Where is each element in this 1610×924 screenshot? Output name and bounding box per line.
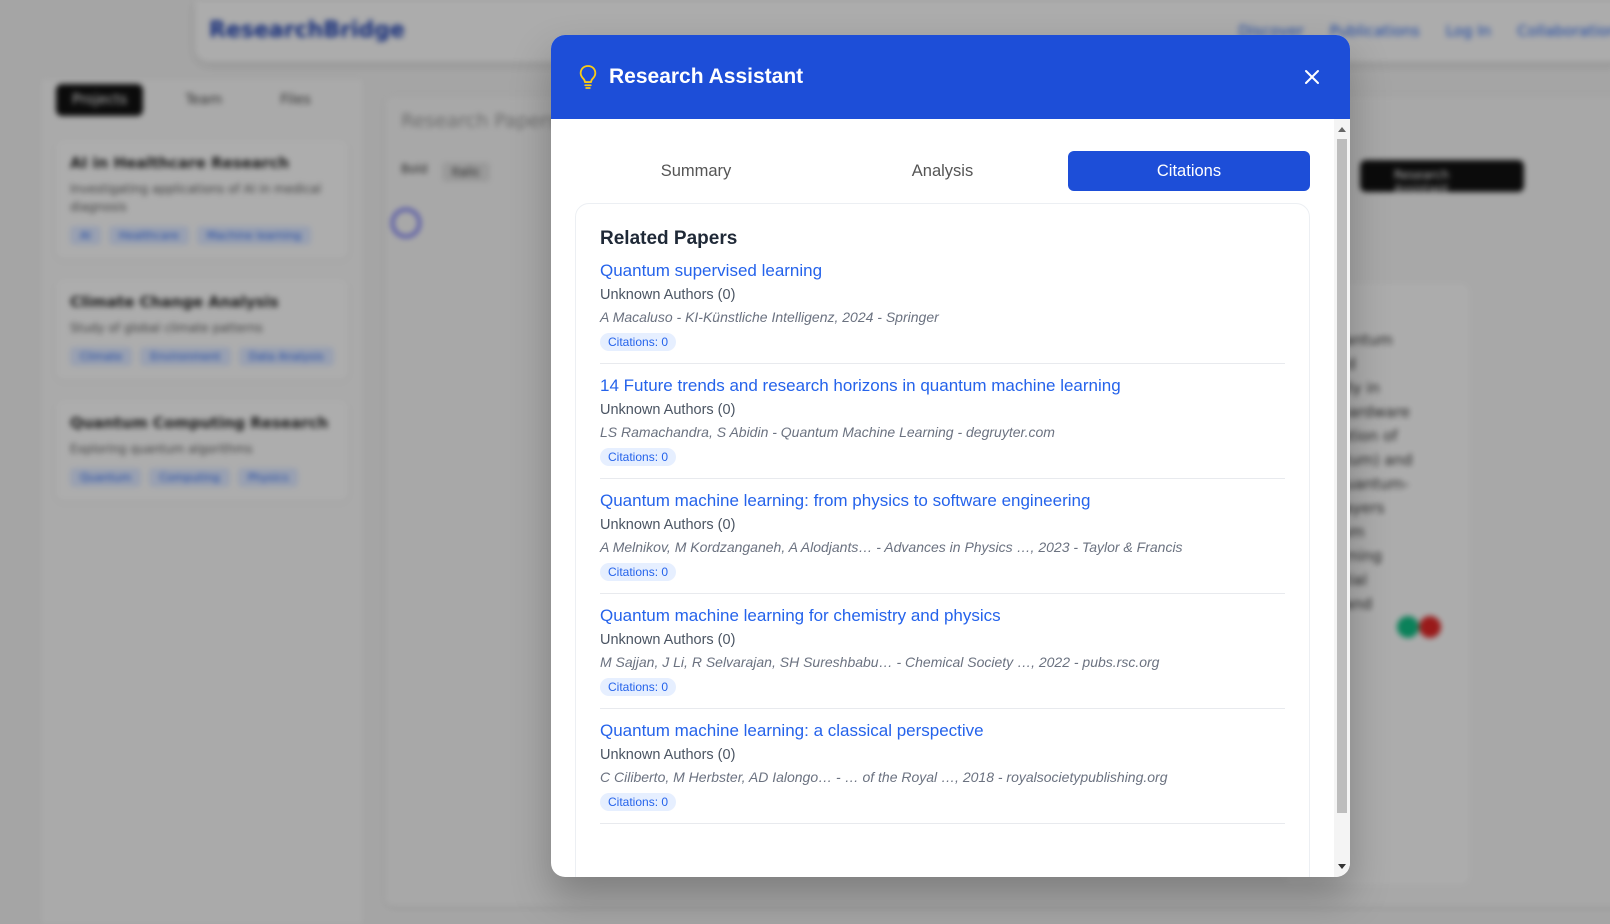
paper-authors: Unknown Authors (0) — [600, 517, 736, 533]
scroll-thumb[interactable] — [1337, 139, 1347, 813]
paper-item: Quantum machine learning: from physics t… — [600, 479, 1285, 594]
lightbulb-icon — [579, 65, 597, 89]
paper-authors: Unknown Authors (0) — [600, 632, 736, 648]
citations-badge: Citations: 0 — [600, 563, 677, 581]
paper-title-link[interactable]: 14 Future trends and research horizons i… — [600, 376, 1285, 396]
paper-meta: A Macaluso - KI-Künstliche Intelligenz, … — [600, 309, 939, 325]
paper-title-link[interactable]: Quantum machine learning for chemistry a… — [600, 606, 1285, 626]
modal-body: Summary Analysis Citations Related Paper… — [551, 119, 1334, 877]
citations-panel: Related Papers Quantum supervised learni… — [575, 203, 1310, 877]
modal-header: Research Assistant — [551, 35, 1350, 119]
paper-title-link[interactable]: Quantum supervised learning — [600, 261, 1285, 281]
paper-meta: LS Ramachandra, S Abidin - Quantum Machi… — [600, 424, 1055, 440]
section-title: Related Papers — [600, 228, 738, 249]
paper-item: 14 Future trends and research horizons i… — [600, 364, 1285, 479]
modal-scrollbar[interactable] — [1334, 119, 1350, 877]
paper-authors: Unknown Authors (0) — [600, 287, 736, 303]
paper-authors: Unknown Authors (0) — [600, 747, 736, 763]
tab-summary[interactable]: Summary — [575, 151, 817, 191]
paper-title-link[interactable]: Quantum machine learning: from physics t… — [600, 491, 1285, 511]
tab-citations[interactable]: Citations — [1068, 151, 1310, 191]
citations-badge: Citations: 0 — [600, 448, 677, 466]
paper-item: Quantum supervised learning Unknown Auth… — [600, 261, 1285, 364]
paper-meta: A Melnikov, M Kordzanganeh, A Alodjants…… — [600, 539, 1183, 555]
paper-meta: C Ciliberto, M Herbster, AD Ialongo… - …… — [600, 769, 1168, 785]
scroll-up-icon[interactable] — [1338, 127, 1346, 132]
close-icon[interactable] — [1302, 67, 1322, 87]
paper-title-link[interactable]: Quantum machine learning: a classical pe… — [600, 721, 1285, 741]
citations-badge: Citations: 0 — [600, 793, 677, 811]
paper-meta: M Sajjan, J Li, R Selvarajan, SH Sureshb… — [600, 654, 1160, 670]
scroll-down-icon[interactable] — [1338, 864, 1346, 869]
paper-item: Quantum machine learning for chemistry a… — [600, 594, 1285, 709]
paper-authors: Unknown Authors (0) — [600, 402, 736, 418]
modal-tabs: Summary Analysis Citations — [575, 151, 1310, 191]
citations-badge: Citations: 0 — [600, 678, 677, 696]
modal-title: Research Assistant — [609, 65, 804, 88]
research-assistant-modal: Research Assistant Summary Analysis Cita… — [551, 35, 1350, 877]
paper-item: Quantum machine learning: a classical pe… — [600, 709, 1285, 824]
citations-badge: Citations: 0 — [600, 333, 677, 351]
tab-analysis[interactable]: Analysis — [822, 151, 1064, 191]
